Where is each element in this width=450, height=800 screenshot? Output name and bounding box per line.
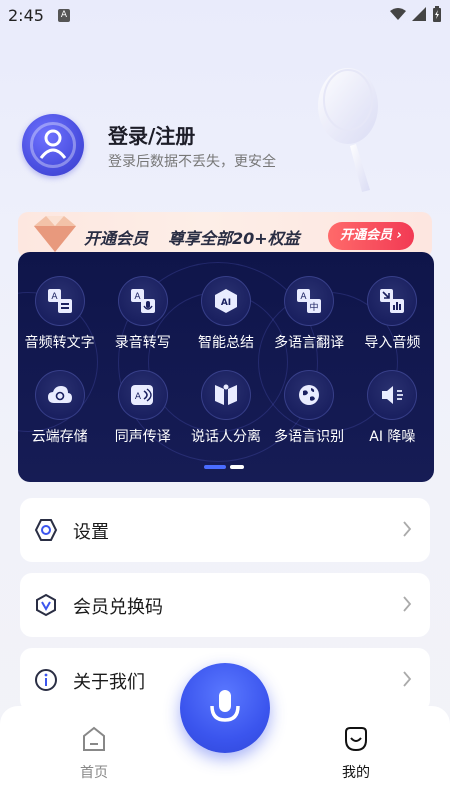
nav-home[interactable]: 首页 [64,726,124,782]
status-bar: 2:45 A [0,0,450,32]
feature-label: 多语言翻译 [274,335,345,351]
cloud-storage-icon [34,370,85,420]
open-vip-button[interactable]: 开通会员 › [328,222,414,250]
wifi-icon [390,8,406,20]
menu-label: 设置 [73,522,109,543]
svg-text:AI: AI [221,298,231,308]
login-subtitle: 登录后数据不丢失，更安全 [108,154,276,170]
diamond-icon [34,216,76,252]
nav-mine[interactable]: 我的 [326,726,386,782]
feature-label: 录音转写 [114,335,171,351]
menu-item-redeem-code[interactable]: 会员兑换码 [20,573,430,637]
feature-ai-noise-reduction[interactable]: AI 降噪 [351,370,434,446]
menu-label: 会员兑换码 [73,597,163,618]
svg-text:A: A [301,292,308,302]
feature-ai-summary[interactable]: AI 智能总结 [184,276,267,352]
feature-recording-transcribe[interactable]: A 录音转写 [101,276,184,352]
feature-speaker-separation[interactable]: 说话人分离 [184,370,267,446]
nav-mine-label: 我的 [342,765,370,781]
info-icon [35,669,57,691]
vip-v-icon [36,593,56,617]
feature-label: 导入音频 [364,335,421,351]
status-icons [390,6,442,22]
feature-multilingual-translate[interactable]: A中 多语言翻译 [268,276,351,352]
page-dot-active [204,465,226,469]
page-dot [230,465,244,469]
simultaneous-interpretation-icon: A [117,370,168,420]
smile-profile-icon [345,727,367,752]
feature-label: 音频转文字 [24,335,95,351]
vip-open-text: 开通会员 [84,229,149,248]
nav-home-label: 首页 [80,765,108,781]
feature-multilingual-recognition[interactable]: 多语言识别 [268,370,351,446]
feature-label: 说话人分离 [190,429,261,445]
feature-panel: A 音频转文字 A 录音转写 AI 智能总结 A中 多语言翻译 导入音频 云端存… [18,252,434,482]
ai-summary-icon: AI [200,276,251,326]
feature-label: 云端存储 [31,429,88,445]
speaker-separation-icon [200,370,251,420]
vip-benefit-text: 尊享全部20+权益 [168,229,300,248]
feature-label: 智能总结 [197,335,254,351]
multilingual-translate-icon: A中 [284,276,335,326]
multilingual-recognition-icon [284,370,335,420]
import-audio-icon [367,276,418,326]
feature-label: AI 降噪 [369,429,416,445]
login-profile-section[interactable]: 登录/注册 登录后数据不丢失，更安全 [22,110,422,190]
home-icon [83,726,105,751]
feature-label: 同声传译 [114,429,171,445]
user-icon [39,129,67,159]
svg-text:A: A [134,292,141,302]
feature-audio-to-text[interactable]: A 音频转文字 [18,276,101,352]
feature-simultaneous-interpretation[interactable]: A 同声传译 [101,370,184,446]
ai-noise-reduction-icon [367,370,418,420]
chevron-right-icon [403,596,412,612]
chevron-right-icon [403,521,412,537]
svg-text:A: A [51,292,58,302]
avatar[interactable] [22,114,84,176]
menu-item-settings[interactable]: 设置 [20,498,430,562]
settings-hex-icon [34,519,58,541]
feature-label: 多语言识别 [274,429,345,445]
status-time: 2:45 [8,6,44,25]
page-indicator [204,465,244,469]
svg-text:A: A [135,392,142,402]
battery-icon [433,6,441,22]
login-title[interactable]: 登录/注册 [108,120,195,149]
microphone-icon [210,690,240,722]
menu-label: 关于我们 [73,672,145,693]
feature-grid: A 音频转文字 A 录音转写 AI 智能总结 A中 多语言翻译 导入音频 云端存… [18,276,434,446]
signal-icon [412,7,426,21]
feature-import-audio[interactable]: 导入音频 [351,276,434,352]
chevron-right-icon [403,671,412,687]
feature-cloud-storage[interactable]: 云端存储 [18,370,101,446]
svg-text:中: 中 [310,301,319,313]
notification-icon: A [58,9,70,22]
record-button[interactable] [180,663,270,753]
recording-transcribe-icon: A [117,276,168,326]
audio-to-text-icon: A [34,276,85,326]
